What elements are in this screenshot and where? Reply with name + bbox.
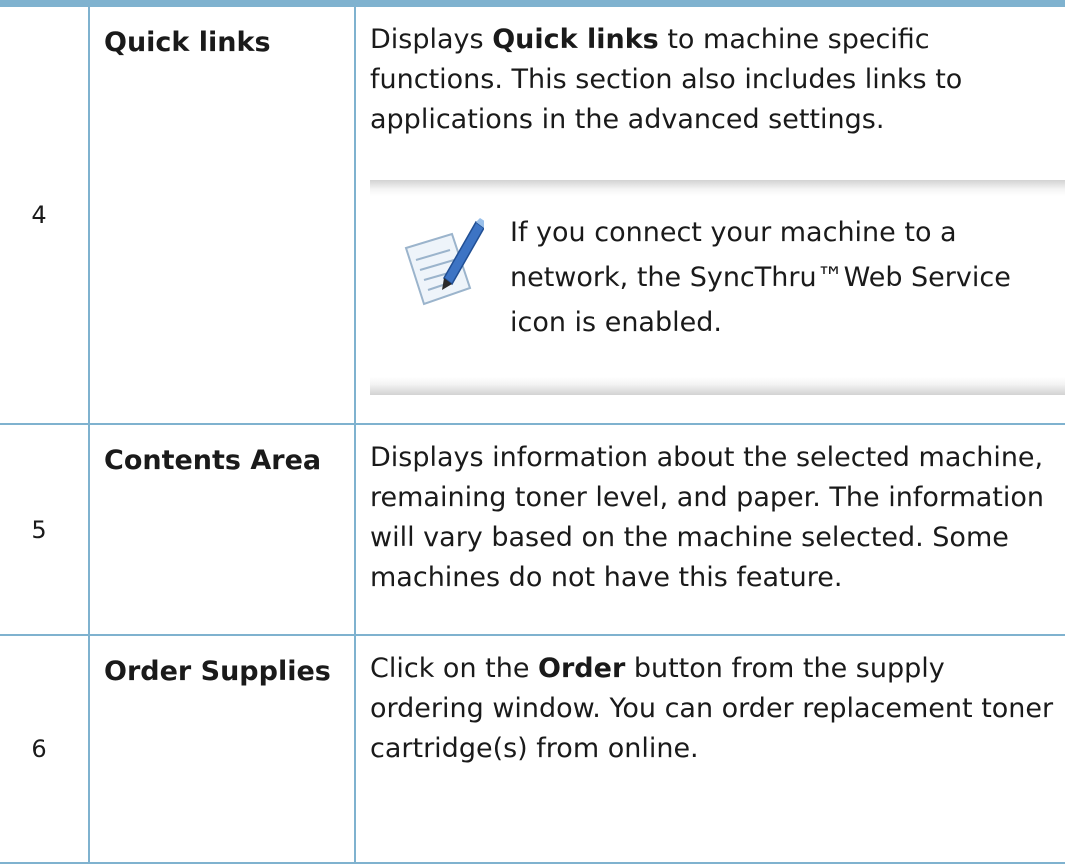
- table-row: 5 Contents Area Displays information abo…: [0, 423, 1065, 636]
- desc-bold-term: Order: [538, 653, 626, 684]
- desc-text-part: Displays: [370, 24, 493, 55]
- row-description: Displays information about the selected …: [354, 423, 1065, 636]
- description-text: Displays Quick links to machine specific…: [370, 20, 1065, 140]
- description-text: Click on the Order button from the suppl…: [370, 649, 1065, 769]
- row-description: Displays Quick links to machine specific…: [354, 7, 1065, 425]
- note-text: If you connect your machine to a network…: [510, 217, 1011, 338]
- note-box: If you connect your machine to a network…: [370, 180, 1065, 395]
- top-rule: [0, 0, 1065, 7]
- row-term: Quick links: [88, 7, 356, 425]
- row-number: 6: [0, 634, 90, 864]
- table-row: 4 Quick links Displays Quick links to ma…: [0, 7, 1065, 425]
- row-term: Contents Area: [88, 423, 356, 636]
- row-term: Order Supplies: [88, 634, 356, 864]
- feature-table: 4 Quick links Displays Quick links to ma…: [0, 7, 1065, 864]
- desc-bold-term: Quick links: [492, 24, 659, 55]
- desc-text-part: Click on the: [370, 653, 539, 684]
- row-number: 4: [0, 7, 90, 425]
- row-number: 5: [0, 423, 90, 636]
- table-row: 6 Order Supplies Click on the Order butt…: [0, 634, 1065, 864]
- note-pencil-icon: [404, 218, 484, 306]
- row-description: Click on the Order button from the suppl…: [354, 634, 1065, 864]
